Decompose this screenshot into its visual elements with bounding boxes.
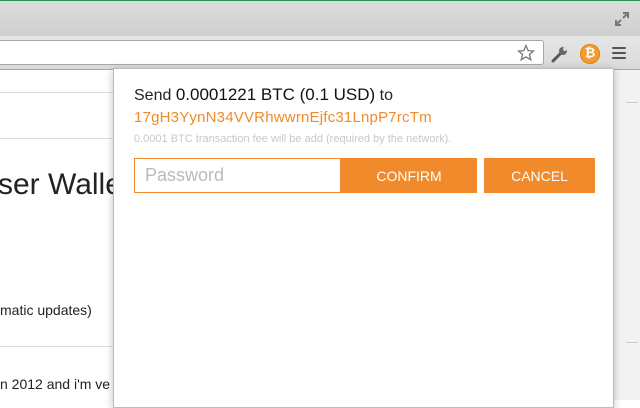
browser-toolbar: ₿ bbox=[0, 36, 640, 70]
page-text: matic updates) bbox=[0, 302, 92, 318]
send-bitcoin-popup: Send 0.0001221 BTC (0.1 USD) to 17gH3Yyn… bbox=[113, 68, 614, 408]
divider bbox=[0, 138, 114, 139]
confirm-button[interactable]: CONFIRM bbox=[341, 158, 477, 193]
send-summary: Send 0.0001221 BTC (0.1 USD) to bbox=[134, 85, 393, 105]
divider bbox=[0, 92, 114, 93]
fullscreen-icon[interactable] bbox=[614, 11, 630, 27]
divider bbox=[0, 346, 114, 347]
recipient-address: 17gH3YynN34VVRhwwrnEjfc31LnpP7rcTm bbox=[134, 109, 432, 126]
address-bar[interactable] bbox=[0, 40, 544, 65]
send-amount: 0.0001221 BTC (0.1 USD) bbox=[175, 85, 376, 104]
bitcoin-extension-icon[interactable]: ₿ bbox=[580, 44, 600, 64]
menu-icon[interactable] bbox=[612, 47, 626, 59]
password-input[interactable] bbox=[134, 158, 341, 193]
cancel-button[interactable]: CANCEL bbox=[484, 158, 595, 193]
browser-titlebar bbox=[0, 0, 640, 36]
fee-note: 0.0001 BTC transaction fee will be add (… bbox=[134, 133, 452, 145]
to-label: to bbox=[379, 87, 394, 104]
page-heading: ser Walle bbox=[0, 168, 122, 201]
star-icon[interactable] bbox=[517, 44, 535, 62]
send-label: Send bbox=[134, 87, 172, 104]
page-right-panel bbox=[612, 70, 640, 400]
page-text: n 2012 and i'm ve bbox=[0, 376, 111, 392]
wrench-icon[interactable] bbox=[550, 44, 570, 64]
